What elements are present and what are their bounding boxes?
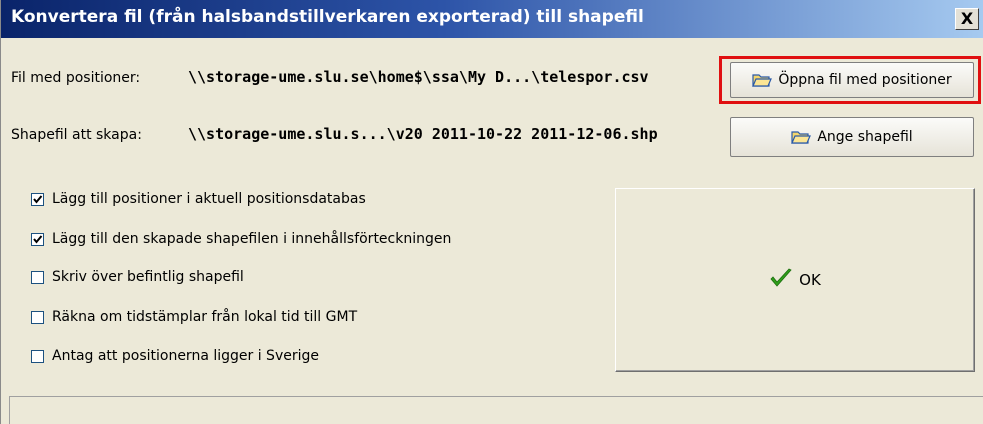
shapefile-path: \\storage-ume.slu.s...\v20 2011-10-22 20… xyxy=(188,125,658,143)
checkbox-add-to-toc[interactable] xyxy=(31,232,44,246)
option-overwrite-shapefile[interactable]: Skriv över befintlig shapefil xyxy=(31,266,244,288)
option-label: Räkna om tidstämplar från lokal tid till… xyxy=(52,309,358,325)
shapefile-label: Shapefil att skapa: xyxy=(11,127,142,143)
option-add-to-toc[interactable]: Lägg till den skapade shapefilen i inneh… xyxy=(31,228,451,250)
option-label: Antag att positionerna ligger i Sverige xyxy=(52,348,319,364)
ok-label: OK xyxy=(799,271,821,289)
checkmark-icon xyxy=(769,267,793,293)
set-shapefile-label: Ange shapefil xyxy=(817,129,913,145)
set-shapefile-button[interactable]: Ange shapefil xyxy=(730,117,974,157)
close-button[interactable]: X xyxy=(955,8,979,30)
checkbox-overwrite-shapefile[interactable] xyxy=(31,270,44,284)
option-label: Skriv över befintlig shapefil xyxy=(52,269,244,285)
title-bar[interactable]: Konvertera fil (från halsbandstillverkar… xyxy=(1,0,983,38)
close-icon: X xyxy=(960,9,974,28)
checkbox-positions-in-sweden[interactable] xyxy=(31,349,44,363)
dialog-window: Konvertera fil (från halsbandstillverkar… xyxy=(0,0,983,424)
checkbox-add-to-database[interactable] xyxy=(31,192,44,206)
highlight-frame xyxy=(719,56,981,104)
option-label: Lägg till den skapade shapefilen i inneh… xyxy=(52,231,452,247)
option-positions-in-sweden[interactable]: Antag att positionerna ligger i Sverige xyxy=(31,345,319,367)
option-convert-timestamps[interactable]: Räkna om tidstämplar från lokal tid till… xyxy=(31,306,357,328)
checkbox-convert-timestamps[interactable] xyxy=(31,310,44,324)
ok-button[interactable]: OK xyxy=(615,188,975,372)
position-file-label: Fil med positioner: xyxy=(11,70,141,86)
position-file-path: \\storage-ume.slu.se\home$\ssa\My D...\t… xyxy=(188,68,649,86)
option-add-to-database[interactable]: Lägg till positioner i aktuell positions… xyxy=(31,188,366,210)
status-bar xyxy=(9,396,983,424)
option-label: Lägg till positioner i aktuell positions… xyxy=(52,191,366,207)
window-title: Konvertera fil (från halsbandstillverkar… xyxy=(11,7,644,27)
folder-open-icon xyxy=(791,129,812,145)
